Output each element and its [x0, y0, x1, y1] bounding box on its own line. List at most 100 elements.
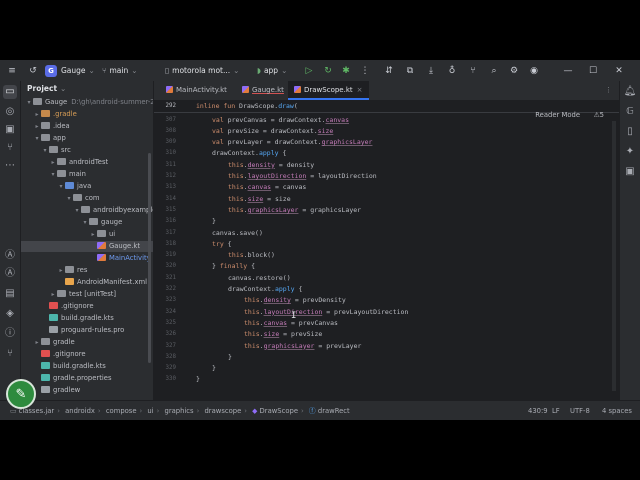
code-line[interactable]: this.layoutDirection = layoutDirection — [228, 171, 377, 182]
tree-item[interactable]: ▸ .idea — [21, 121, 153, 132]
code-line[interactable]: this.canvas = canvas — [228, 182, 306, 193]
tree-item[interactable]: ▾ src — [21, 145, 153, 156]
device-selector[interactable]: ▯ motorola mot... ⌄ — [165, 60, 239, 81]
breadcrumb-item[interactable]: graphics — [165, 407, 194, 415]
version-control-icon[interactable]: ⑂ — [3, 347, 17, 361]
chevron-down-icon[interactable]: ▾ — [33, 133, 41, 144]
code-line[interactable]: this.graphicsLayer = graphicsLayer — [228, 205, 361, 216]
gradle-tool-icon[interactable]: 𝔾 — [623, 105, 637, 119]
git-tool-icon[interactable]: ⑂ — [3, 141, 17, 155]
chevron-right-icon[interactable]: ▸ — [33, 121, 41, 132]
project-tool-icon[interactable]: ▭ — [3, 85, 17, 99]
breadcrumb-item[interactable]: compose — [106, 407, 137, 415]
chevron-right-icon[interactable]: ▸ — [49, 289, 57, 300]
code-line[interactable]: val prevLayer = drawContext.graphicsLaye… — [212, 137, 372, 148]
edit-fab-button[interactable]: ✎ — [6, 379, 36, 409]
chevron-down-icon[interactable]: ▾ — [25, 97, 33, 108]
chevron-down-icon[interactable]: ▾ — [73, 205, 81, 216]
apply-changes-button[interactable]: ↻ — [321, 60, 335, 81]
device-mirror-button[interactable]: ⧉ — [403, 60, 417, 81]
build-variants-icon[interactable]: ◈ — [3, 307, 17, 321]
vcs-button[interactable]: ⑂ — [466, 60, 480, 81]
search-button[interactable]: ⌕ — [487, 60, 501, 81]
breadcrumb-item[interactable]: drawscope — [204, 407, 241, 415]
code-line[interactable]: val prevCanvas = drawContext.canvas — [212, 115, 349, 126]
tree-item[interactable]: ▾ java — [21, 181, 153, 192]
tree-item[interactable]: proguard-rules.pro — [21, 325, 153, 336]
code-line[interactable]: try { — [212, 239, 232, 250]
tree-item[interactable]: .gitignore — [21, 301, 153, 312]
tree-item[interactable]: ▾ app — [21, 133, 153, 144]
code-line[interactable]: drawContext.apply { — [228, 284, 302, 295]
more-tools-icon[interactable]: ⋯ — [3, 159, 17, 173]
warnings-indicator[interactable]: ⚠5 — [594, 111, 604, 119]
tab-options-button[interactable]: ⋮ — [599, 81, 618, 100]
device-manager-icon[interactable]: ▯ — [623, 125, 637, 139]
code-line[interactable]: } — [228, 352, 232, 363]
gemini-icon[interactable]: ✦ — [623, 145, 637, 159]
file-encoding[interactable]: UTF-8 — [570, 401, 590, 420]
resource-manager-icon[interactable]: ▣ — [3, 123, 17, 137]
tree-item[interactable]: ▾ GaugeD:\gh\android-summer-202 — [21, 97, 153, 108]
chevron-right-icon[interactable]: ▸ — [57, 265, 65, 276]
editor-scrollbar[interactable] — [612, 121, 616, 391]
notifications-icon[interactable]: 🔔︎ — [623, 85, 637, 99]
code-line[interactable]: this.block() — [228, 250, 275, 261]
tree-item[interactable]: ▾ gauge — [21, 217, 153, 228]
tree-item[interactable]: ▸ androidTest — [21, 157, 153, 168]
tree-item[interactable]: ▸ ui — [21, 229, 153, 240]
close-button[interactable]: ✕ — [612, 60, 626, 81]
chevron-right-icon[interactable]: ▸ — [49, 157, 57, 168]
code-line[interactable]: drawContext.apply { — [212, 148, 286, 159]
tree-item[interactable]: MainActivity — [21, 253, 153, 264]
tree-item[interactable]: AndroidManifest.xml — [21, 277, 153, 288]
project-scrollbar[interactable] — [148, 153, 151, 363]
chevron-right-icon[interactable]: ▸ — [33, 109, 41, 120]
project-panel-title[interactable]: Project ⌄ — [27, 84, 66, 93]
code-line[interactable]: canvas.save() — [212, 228, 263, 239]
tree-item[interactable]: Gauge.kt — [21, 241, 153, 252]
sync-button[interactable]: ⇵ — [382, 60, 396, 81]
code-line[interactable]: this.layoutDirection = prevLayoutDirecti… — [244, 307, 408, 318]
minimize-button[interactable]: — — [561, 60, 575, 81]
tab-gauge[interactable]: Gauge.kt — [236, 81, 290, 100]
back-icon[interactable]: ↺ — [26, 60, 40, 81]
tree-item[interactable]: ▾ androidbyexample — [21, 205, 153, 216]
breadcrumb-item[interactable]: DrawScope — [260, 407, 298, 415]
tree-item[interactable]: build.gradle.kts — [21, 313, 153, 324]
tree-item[interactable]: ▸ res — [21, 265, 153, 276]
chevron-down-icon[interactable]: ▾ — [41, 145, 49, 156]
more-actions-button[interactable]: ⋮ — [358, 60, 372, 81]
project-selector[interactable]: G Gauge ⌄ — [45, 60, 95, 81]
code-editor[interactable]: 292 inline fun DrawScope.draw( 307 308 309… — [154, 101, 620, 400]
code-line[interactable]: this.graphicsLayer = prevLayer — [244, 341, 361, 352]
tree-item[interactable]: ▸ test [unitTest] — [21, 289, 153, 300]
code-line[interactable]: } — [196, 374, 200, 385]
code-line[interactable]: this.density = density — [228, 160, 314, 171]
problems-icon[interactable]: ⓘ — [3, 327, 17, 341]
android-tool-icon[interactable]: Ⓐ — [3, 249, 17, 263]
code-line[interactable]: } — [212, 363, 216, 374]
line-separator[interactable]: LF — [552, 401, 560, 420]
tree-item[interactable]: ▸ gradle — [21, 337, 153, 348]
chevron-down-icon[interactable]: ▾ — [57, 181, 65, 192]
running-devices-icon[interactable]: ▣ — [623, 165, 637, 179]
breadcrumb-item[interactable]: ui — [147, 407, 153, 415]
terminal-icon[interactable]: ▤ — [3, 287, 17, 301]
run-button[interactable]: ▷ — [302, 60, 316, 81]
chevron-down-icon[interactable]: ▾ — [49, 169, 57, 180]
chevron-down-icon[interactable]: ▾ — [81, 217, 89, 228]
chevron-right-icon[interactable]: ▸ — [89, 229, 97, 240]
tree-item[interactable]: .gitignore — [21, 349, 153, 360]
code-line[interactable]: } — [212, 216, 216, 227]
tree-item[interactable]: ▾ main — [21, 169, 153, 180]
chevron-right-icon[interactable]: ▸ — [33, 337, 41, 348]
settings-button[interactable]: ⚙ — [507, 60, 521, 81]
main-menu-icon[interactable]: ≡ — [5, 60, 19, 81]
run-config-selector[interactable]: ◗ app ⌄ — [257, 60, 287, 81]
code-line[interactable]: canvas.restore() — [228, 273, 291, 284]
tree-item[interactable]: ▾ com — [21, 193, 153, 204]
chevron-down-icon[interactable]: ▾ — [65, 193, 73, 204]
code-line[interactable]: this.size = prevSize — [244, 329, 322, 340]
app-inspection-icon[interactable]: Ⓐ — [3, 267, 17, 281]
